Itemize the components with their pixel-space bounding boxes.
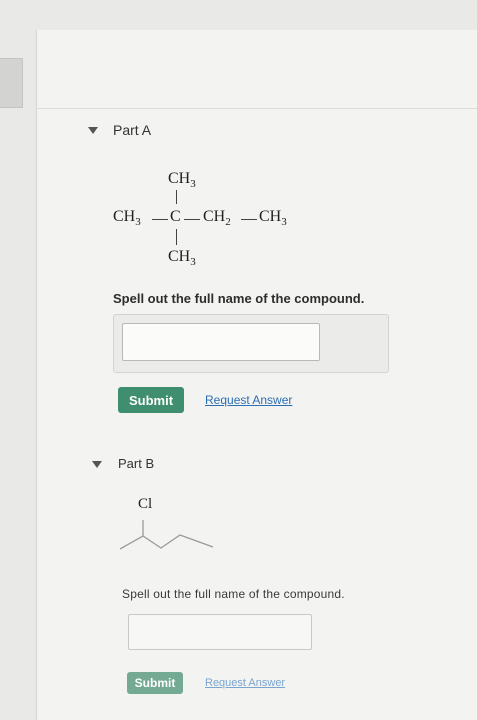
- request-answer-link-a[interactable]: Request Answer: [205, 393, 292, 407]
- collapse-caret-icon[interactable]: [88, 127, 98, 134]
- methyl-bottom: CH3: [168, 248, 196, 269]
- divider: [36, 108, 477, 109]
- methylene: CH2: [203, 208, 231, 229]
- methyl-left: CH3: [113, 208, 141, 229]
- part-b-title[interactable]: Part B: [118, 456, 154, 471]
- part-a-title[interactable]: Part A: [113, 122, 151, 138]
- skeletal-structure-b: [119, 520, 214, 550]
- part-a-prompt: Spell out the full name of the compound.: [113, 291, 365, 306]
- bond-left: [152, 219, 168, 220]
- bond-top: [176, 190, 177, 204]
- chlorine-label: Cl: [138, 496, 153, 512]
- carbon-chain: [119, 534, 214, 550]
- request-answer-link-b[interactable]: Request Answer: [205, 677, 285, 689]
- quaternary-carbon: C: [170, 208, 181, 225]
- bond-right1: [184, 219, 200, 220]
- methyl-right: CH3: [259, 208, 287, 229]
- collapse-caret-icon[interactable]: [92, 461, 102, 468]
- answer-input-b[interactable]: [128, 614, 312, 650]
- submit-button-b[interactable]: Submit: [127, 672, 183, 694]
- bond-bottom: [176, 229, 177, 245]
- side-panel-tab[interactable]: [0, 58, 23, 108]
- submit-button-a[interactable]: Submit: [118, 387, 184, 413]
- part-b-prompt: Spell out the full name of the compound.: [122, 587, 345, 601]
- bond-right2: [241, 219, 257, 220]
- methyl-top: CH3: [168, 170, 196, 191]
- answer-box-a: [113, 314, 389, 373]
- answer-input-a[interactable]: [122, 323, 320, 361]
